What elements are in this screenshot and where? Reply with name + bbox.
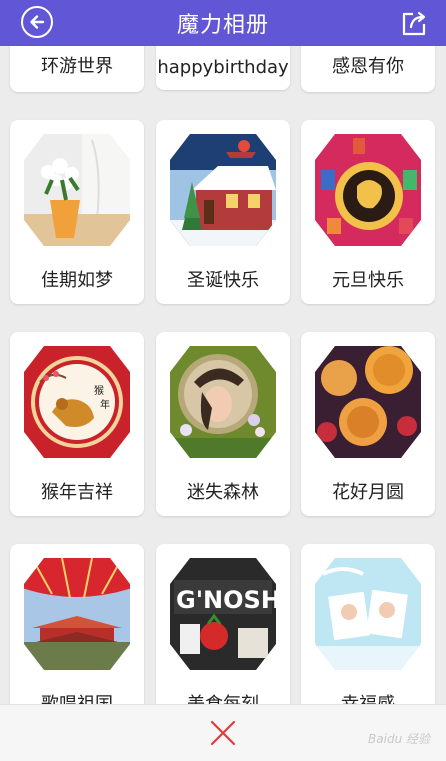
back-button[interactable] [21, 6, 53, 38]
flowers-vase-thumbnail [24, 134, 130, 246]
album-card[interactable]: 圣诞快乐 [156, 120, 290, 304]
album-label: 迷失森林 [187, 482, 259, 503]
album-label: 感恩有你 [332, 56, 404, 77]
bottom-bar: Baidu 经验 [0, 704, 446, 761]
album-label: happybirthday [157, 57, 289, 78]
album-card[interactable]: 元旦快乐 [301, 120, 435, 304]
album-label: 环游世界 [41, 56, 113, 77]
forbidden-city-thumbnail [24, 558, 130, 670]
svg-text:猴: 猴 [94, 384, 104, 397]
album-card[interactable]: 猴 年 猴年吉祥 [10, 332, 144, 516]
back-arrow-icon [30, 15, 45, 29]
page-title: 魔力相册 [176, 13, 269, 38]
album-label: 猴年吉祥 [41, 482, 113, 503]
happy-kids-thumbnail [315, 558, 421, 670]
album-card[interactable]: 花好月圆 [301, 332, 435, 516]
album-label: 圣诞快乐 [187, 270, 259, 291]
album-card[interactable]: 歌唱祖国 [10, 544, 144, 728]
album-card[interactable]: 幸福感 [301, 544, 435, 728]
new-year-lantern-thumbnail [315, 134, 421, 246]
watermark: Baidu 经验 [368, 732, 430, 746]
svg-text:G'NOSH: G'NOSH [176, 586, 278, 614]
album-label: 佳期如梦 [41, 270, 113, 291]
album-label: 元旦快乐 [332, 270, 404, 291]
forest-portrait-thumbnail [170, 346, 276, 458]
monkey-year-thumbnail: 猴 年 [24, 346, 130, 458]
share-icon[interactable] [400, 9, 428, 37]
album-card[interactable]: 佳期如梦 [10, 120, 144, 304]
app-header: 魔力相册 [0, 0, 446, 46]
album-label: 花好月圆 [332, 482, 404, 503]
album-card[interactable]: G'NOSH 美食每刻 [156, 544, 290, 728]
close-x-icon[interactable] [209, 719, 237, 747]
svg-text:年: 年 [100, 398, 110, 411]
gnosh-food-thumbnail: G'NOSH [170, 558, 278, 670]
christmas-house-thumbnail [170, 134, 276, 246]
mooncake-thumbnail [315, 346, 421, 458]
album-card[interactable]: 迷失森林 [156, 332, 290, 516]
